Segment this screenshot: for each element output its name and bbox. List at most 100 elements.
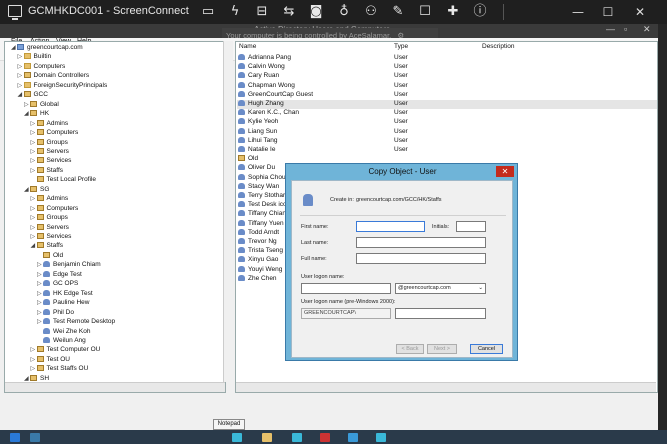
tree-node[interactable]: ▷ Builtin: [18, 53, 51, 62]
pre2000-name-field[interactable]: [395, 308, 486, 319]
logon-domain-select[interactable]: @greencourtcap.com ⌄: [395, 283, 486, 294]
first-name-field[interactable]: [356, 221, 425, 232]
tree-node[interactable]: Old: [37, 251, 63, 261]
last-name-field[interactable]: [356, 237, 486, 248]
monitor-icon[interactable]: ▭: [199, 3, 217, 21]
ou-icon: [36, 138, 44, 145]
tree-node[interactable]: ▷ Test Remote Desktop: [37, 318, 115, 327]
tree-node[interactable]: Test Local Profile: [31, 176, 96, 185]
tree-node[interactable]: ▷ Services: [31, 157, 71, 166]
tree-node-label: HK Edge Test: [53, 289, 93, 297]
taskbar-app-icon[interactable]: [376, 433, 386, 442]
tree-node-label: GCC: [33, 91, 48, 99]
tree-node[interactable]: ▷ Groups: [31, 214, 68, 223]
ad-minimize-button[interactable]: —: [606, 24, 615, 34]
tree-node[interactable]: ▷ Global: [24, 100, 59, 110]
transfer-icon[interactable]: ⇆: [280, 3, 298, 21]
camera-icon[interactable]: ◙: [307, 3, 325, 21]
minimize-button[interactable]: —: [568, 2, 588, 22]
maximize-button[interactable]: ☐: [598, 2, 618, 22]
tree-node[interactable]: Wei Zhe Koh: [37, 327, 90, 337]
tree-node[interactable]: ▷ Phil Do: [37, 308, 74, 318]
dialog-close-button[interactable]: ✕: [496, 166, 514, 177]
list-row-name-text: Hugh Zhang: [248, 100, 284, 107]
column-type[interactable]: Type: [394, 43, 408, 50]
tree-node[interactable]: ▷ ForeignSecurityPrincipals: [18, 81, 107, 91]
tree-horizontal-scrollbar[interactable]: [5, 382, 225, 392]
tree-node[interactable]: ◢ SG: [24, 185, 50, 195]
toolbar-divider: [503, 4, 504, 20]
ad-restore-button[interactable]: ▫: [624, 24, 627, 34]
list-row[interactable]: Hugh Zhang User: [237, 100, 657, 109]
tree-node[interactable]: ▷ Domain Controllers: [18, 72, 89, 81]
tree-node[interactable]: ▷ Test OU: [31, 355, 70, 365]
tree-node[interactable]: ▷ Computers: [18, 62, 65, 72]
taskbar-explorer-icon[interactable]: [262, 433, 272, 442]
tree-node[interactable]: ▷ Servers: [31, 223, 69, 233]
chat-icon[interactable]: ☐: [416, 3, 434, 21]
list-row[interactable]: Liang Sun User: [237, 127, 657, 137]
cancel-button[interactable]: Cancel: [470, 344, 503, 354]
taskbar-app-icon[interactable]: [30, 433, 40, 442]
tree-node[interactable]: ◢ greencourtcap.com: [11, 44, 83, 53]
tree-node[interactable]: ▷ Test Computer OU: [31, 346, 100, 355]
microphone-icon[interactable]: ♁: [335, 3, 353, 21]
tree-node[interactable]: ▷ Computers: [31, 129, 78, 138]
start-icon[interactable]: [10, 433, 20, 442]
taskbar-app-icon[interactable]: [348, 433, 358, 442]
list-row[interactable]: Lihui Tang User: [237, 136, 657, 146]
list-row[interactable]: Natalie Ie User: [237, 146, 657, 155]
toolbox-icon[interactable]: ⊟: [253, 3, 271, 21]
list-horizontal-scrollbar[interactable]: [236, 382, 656, 392]
taskbar-app-icon[interactable]: [232, 433, 242, 442]
tree-node-label: Staffs: [46, 166, 64, 174]
list-row[interactable]: Cary Ruan User: [237, 72, 657, 81]
tree-node[interactable]: ▷ Pauline Hew: [37, 299, 90, 308]
list-row[interactable]: Adrianna Pang User: [237, 54, 657, 63]
list-row[interactable]: GreenCourtCap Guest User: [237, 90, 657, 100]
tree-node[interactable]: ▷Admins: [31, 195, 68, 204]
tree-node[interactable]: ◢ Staffs: [31, 242, 63, 251]
taskbar-app-icon[interactable]: [320, 433, 330, 442]
info-icon[interactable]: ⓘ: [471, 3, 489, 21]
list-row[interactable]: Calvin Wong User: [237, 63, 657, 72]
tree-node[interactable]: ▷ Benjamin Chiam: [37, 261, 101, 270]
logon-name-field[interactable]: [301, 283, 391, 294]
list-row[interactable]: Karen K.C., Chan User: [237, 109, 657, 118]
tree-node[interactable]: ▷ Test Staffs OU: [31, 365, 88, 374]
tree-vertical-scrollbar[interactable]: [223, 41, 233, 382]
ad-close-button[interactable]: ✕: [643, 24, 651, 35]
tree-node[interactable]: ▷ HK Edge Test: [37, 289, 93, 299]
users-icon[interactable]: ⚇: [362, 3, 380, 21]
close-button[interactable]: ✕: [630, 2, 650, 22]
tree-node[interactable]: ▷ Services: [31, 233, 71, 242]
tree-node[interactable]: ▷ Computers: [31, 204, 78, 214]
taskbar-app-icon[interactable]: [292, 433, 302, 442]
tree-node[interactable]: ▷ Staffs: [31, 166, 64, 176]
tree-node[interactable]: ▷ Servers: [31, 147, 69, 157]
tree-node[interactable]: Weilun Ang: [37, 336, 86, 346]
tree-node[interactable]: ◢ HK: [24, 110, 49, 119]
tree-node-label: SG: [40, 185, 50, 193]
pencil-icon[interactable]: ✎: [389, 3, 407, 21]
next-button[interactable]: Next >: [427, 344, 457, 354]
back-button[interactable]: < Back: [396, 344, 424, 354]
list-row-name-text: Liang Sun: [248, 127, 278, 135]
lightning-icon[interactable]: ϟ: [226, 3, 244, 21]
tree-node-label: Pauline Hew: [53, 299, 90, 307]
column-name[interactable]: Name: [239, 43, 256, 50]
list-row-name-text: Youyi Weng: [248, 265, 283, 273]
tree-node[interactable]: ▷Admins: [31, 119, 68, 129]
list-row-type: User: [394, 54, 408, 61]
tree-node[interactable]: ▷ Groups: [31, 138, 68, 148]
tree-node[interactable]: ▷ Edge Test: [37, 270, 82, 280]
list-row[interactable]: Chapman Wong User: [237, 81, 657, 91]
full-name-field[interactable]: [356, 253, 486, 264]
plus-icon[interactable]: ✚: [444, 3, 462, 21]
column-description[interactable]: Description: [482, 43, 515, 50]
list-row[interactable]: Kylie Yeoh User: [237, 118, 657, 127]
tree-node[interactable]: ◢ GCC: [18, 91, 48, 100]
tree-node[interactable]: ▷ GC OPS: [37, 280, 78, 289]
ou-icon: [36, 119, 44, 126]
initials-field[interactable]: [456, 221, 486, 232]
